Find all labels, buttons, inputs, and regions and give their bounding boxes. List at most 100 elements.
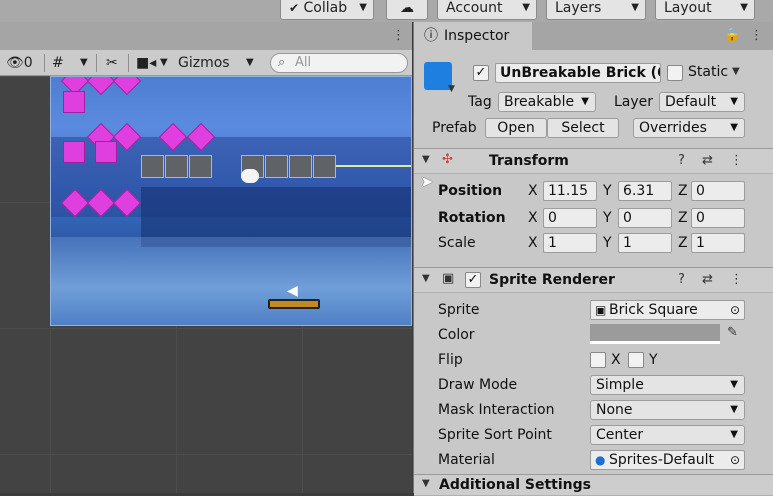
grid-icon[interactable]: # xyxy=(52,53,64,73)
scene-search-input[interactable]: ⌕ All xyxy=(270,53,408,73)
paddle[interactable] xyxy=(268,299,320,309)
sprite-sort-point-dropdown[interactable]: Center ▼ xyxy=(590,425,745,445)
mask-interaction-dropdown[interactable]: None ▼ xyxy=(590,400,745,420)
brick-square[interactable] xyxy=(95,141,117,163)
sprite-renderer-header[interactable]: ▼ ▣ ✓ Sprite Renderer ? ⇄ ⋮ xyxy=(414,267,773,293)
preset-icon[interactable]: ⇄ xyxy=(702,153,713,168)
account-dropdown[interactable]: Account ▼ xyxy=(437,0,537,20)
scale-x-field[interactable]: 1 xyxy=(543,233,597,253)
more-options-icon[interactable]: ⋮ xyxy=(392,28,405,43)
rotation-x-field[interactable]: 0 xyxy=(543,208,597,228)
chevron-down-icon[interactable]: ▼ xyxy=(246,53,254,73)
chevron-down-icon: ▼ xyxy=(730,96,738,107)
inspector-panel: ⓘ Inspector 🔒 ⋮ ▼ ✓ UnBreakable Brick (6… xyxy=(413,22,773,496)
y-label: Y xyxy=(603,235,612,251)
layer-dropdown[interactable]: Default ▼ xyxy=(659,92,745,112)
chevron-down-icon[interactable]: ▼ xyxy=(80,53,88,73)
position-x-field[interactable]: 11.15 xyxy=(543,181,597,201)
camera-icon[interactable]: ■◂ xyxy=(136,53,156,73)
help-icon[interactable]: ? xyxy=(678,272,685,287)
scale-z-field[interactable]: 1 xyxy=(691,233,745,253)
ball[interactable] xyxy=(241,169,259,183)
foldout-arrow-icon[interactable]: ▼ xyxy=(422,478,430,489)
unbreakable-brick[interactable] xyxy=(141,155,164,178)
layout-label: Layout xyxy=(664,0,712,16)
additional-settings-title: Additional Settings xyxy=(439,477,591,493)
brick-square[interactable] xyxy=(63,141,85,163)
search-icon: ⌕ xyxy=(278,55,286,70)
object-picker-icon[interactable]: ⊙ xyxy=(730,451,740,469)
active-checkbox[interactable]: ✓ xyxy=(473,65,489,81)
position-label: Position xyxy=(438,183,503,199)
rotation-z-field[interactable]: 0 xyxy=(691,208,745,228)
position-z-field[interactable]: 0 xyxy=(691,181,745,201)
material-field[interactable]: ● Sprites-Default ⊙ xyxy=(590,450,745,470)
more-options-icon[interactable]: ⋮ xyxy=(730,272,743,287)
tab-inspector[interactable]: ⓘ Inspector xyxy=(414,22,532,50)
foldout-arrow-icon[interactable]: ▼ xyxy=(422,154,430,165)
unbreakable-brick[interactable] xyxy=(289,155,312,178)
position-y-field[interactable]: 6.31 xyxy=(618,181,672,201)
brick-diamond[interactable] xyxy=(112,77,142,96)
prefab-select-button[interactable]: Select xyxy=(547,118,619,138)
chevron-down-icon: ▼ xyxy=(730,404,738,415)
foldout-arrow-icon[interactable]: ▼ xyxy=(422,273,430,284)
more-options-icon[interactable]: ⋮ xyxy=(730,153,743,168)
chevron-down-icon: ▼ xyxy=(730,379,738,390)
prefab-open-button[interactable]: Open xyxy=(485,118,547,138)
mask-interaction-label: Mask Interaction xyxy=(438,402,555,418)
object-name-field[interactable]: UnBreakable Brick (6 xyxy=(495,63,661,83)
brick-diamond[interactable] xyxy=(86,77,116,96)
sprite-field[interactable]: ▣ Brick Square ⊙ xyxy=(590,300,745,320)
more-options-icon[interactable]: ⋮ xyxy=(750,28,763,43)
layers-label: Layers xyxy=(555,0,602,16)
material-value: Sprites-Default xyxy=(609,452,715,468)
z-label: Z xyxy=(678,183,688,199)
z-label: Z xyxy=(678,235,688,251)
rotation-y-field[interactable]: 0 xyxy=(618,208,672,228)
preset-icon[interactable]: ⇄ xyxy=(702,272,713,287)
sprite-sort-point-label: Sprite Sort Point xyxy=(438,427,552,443)
unbreakable-brick[interactable] xyxy=(313,155,336,178)
transform-header[interactable]: ▼ ✣ Transform ? ⇄ ⋮ xyxy=(414,148,773,174)
layout-dropdown[interactable]: Layout ▼ xyxy=(655,0,755,20)
flip-y-checkbox[interactable] xyxy=(628,352,644,368)
scene-toolbar: 👁0 # ▼ ✂ ■◂ ▼ Gizmos ▼ ⌕ All xyxy=(0,50,412,76)
eyedropper-icon[interactable]: ✎ xyxy=(727,325,738,340)
lock-icon[interactable]: 🔒 xyxy=(724,28,740,43)
color-swatch[interactable] xyxy=(590,324,720,344)
gizmos-dropdown[interactable]: Gizmos xyxy=(178,53,230,73)
cloud-button[interactable]: ☁ xyxy=(386,0,428,20)
layers-dropdown[interactable]: Layers ▼ xyxy=(546,0,646,20)
audio-source-icon: ◀ xyxy=(287,283,298,299)
draw-mode-dropdown[interactable]: Simple ▼ xyxy=(590,375,745,395)
object-picker-icon[interactable]: ⊙ xyxy=(730,301,740,319)
sprite-renderer-enabled-checkbox[interactable]: ✓ xyxy=(465,272,481,288)
static-checkbox[interactable] xyxy=(667,65,683,81)
scale-y-field[interactable]: 1 xyxy=(618,233,672,253)
inspector-tabbar: ⓘ Inspector 🔒 ⋮ xyxy=(414,22,773,50)
material-sphere-icon: ● xyxy=(595,453,606,467)
brick-square[interactable] xyxy=(63,91,85,113)
visibility-toggle[interactable]: 👁0 xyxy=(6,53,33,73)
chevron-down-icon[interactable]: ▼ xyxy=(160,53,168,73)
scale-label: Scale xyxy=(438,235,476,251)
overrides-dropdown[interactable]: Overrides ▼ xyxy=(633,118,745,138)
tag-dropdown[interactable]: Breakable ▼ xyxy=(498,92,596,112)
flip-x-checkbox[interactable] xyxy=(590,352,606,368)
sprite-label: Sprite xyxy=(438,302,480,318)
chevron-down-icon: ▼ xyxy=(730,429,738,440)
unbreakable-brick[interactable] xyxy=(265,155,288,178)
unbreakable-brick[interactable] xyxy=(165,155,188,178)
color-label: Color xyxy=(438,327,475,343)
collab-button[interactable]: ✔ Collab ▼ xyxy=(280,0,374,20)
tools-icon[interactable]: ✂ xyxy=(106,53,118,73)
game-preview[interactable]: ◀ xyxy=(50,76,412,326)
layer-label: Layer xyxy=(614,94,654,110)
unbreakable-brick[interactable] xyxy=(189,155,212,178)
chevron-down-icon[interactable]: ▼ xyxy=(448,84,455,94)
material-label: Material xyxy=(438,452,495,468)
help-icon[interactable]: ? xyxy=(678,153,685,168)
chevron-down-icon[interactable]: ▼ xyxy=(732,66,740,77)
y-label: Y xyxy=(603,210,612,226)
